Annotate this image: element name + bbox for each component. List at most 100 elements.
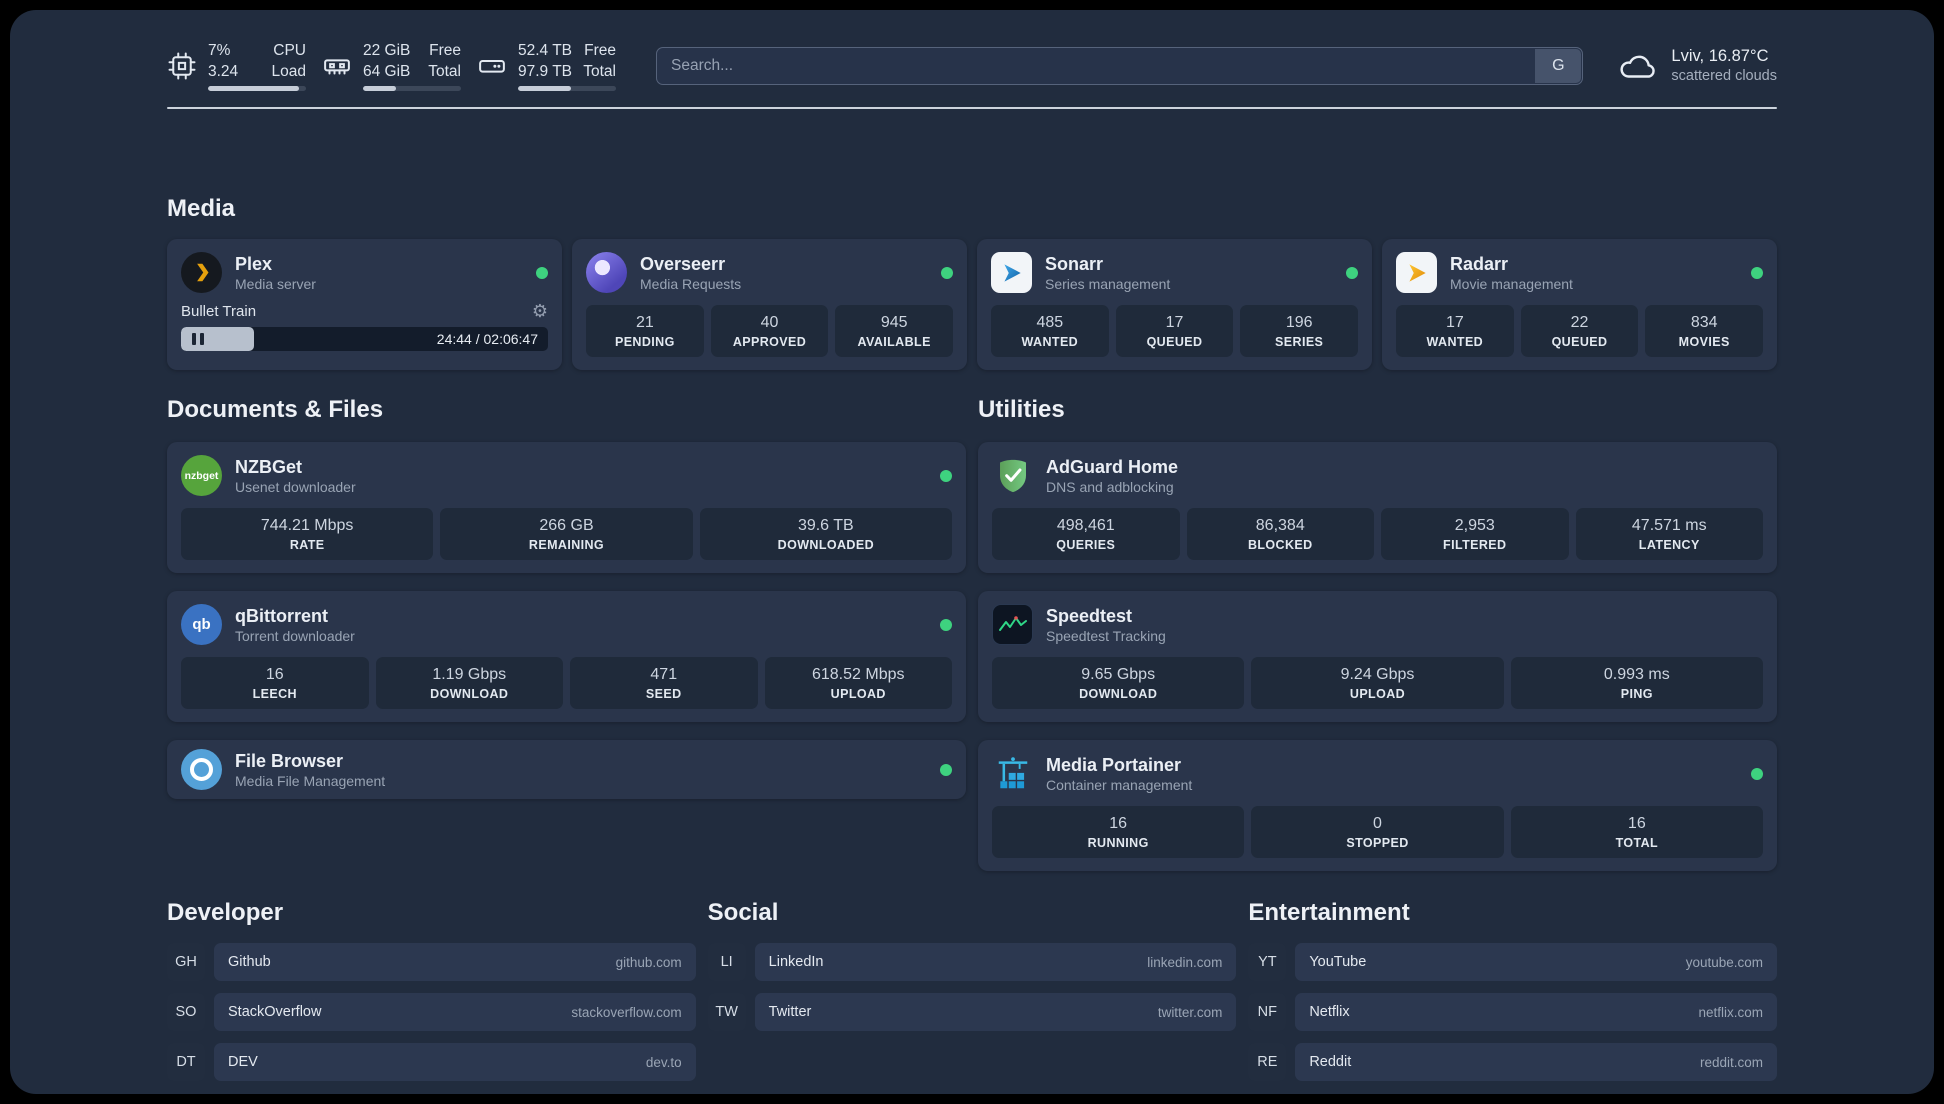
- weather-condition: scattered clouds: [1671, 68, 1777, 84]
- dashboard-panel: 7% CPU 3.24 Load 22 GiB Free 64 GiB Total: [10, 10, 1934, 1094]
- section-title-documents: Documents & Files: [167, 396, 384, 423]
- service-radarr[interactable]: Radarr Movie management: [1396, 252, 1573, 293]
- disk-total: 97.9 TB: [518, 63, 573, 80]
- service-title: File Browser: [235, 750, 344, 771]
- player-progress-bar[interactable]: 24:44 / 02:06:47: [181, 327, 548, 351]
- adguard-icon: [992, 455, 1033, 496]
- stat-queued: 22 QUEUED: [1520, 305, 1639, 357]
- service-overseerr[interactable]: Overseerr Media Requests: [586, 252, 741, 293]
- bookmark-name: DEV: [228, 1054, 258, 1070]
- status-dot: [1346, 266, 1358, 279]
- service-title: AdGuard Home: [1046, 456, 1179, 477]
- service-sonarr[interactable]: Sonarr Series management: [991, 252, 1170, 293]
- service-subtitle: Torrent downloader: [235, 627, 355, 644]
- search-provider-button[interactable]: G: [1535, 48, 1582, 83]
- bookmark-dev[interactable]: DT DEV dev.to: [167, 1043, 696, 1081]
- bookmark-linkedin[interactable]: LI LinkedIn linkedin.com: [707, 943, 1237, 981]
- bookmark-reddit[interactable]: RE Reddit reddit.com: [1248, 1043, 1777, 1081]
- player-time: 24:44 / 02:06:47: [436, 331, 538, 347]
- service-filebrowser[interactable]: File Browser Media File Management: [181, 749, 385, 790]
- service-subtitle: Container management: [1046, 776, 1193, 793]
- bookmark-name: YouTube: [1309, 954, 1367, 970]
- service-title: Radarr: [1450, 253, 1509, 274]
- service-adguard[interactable]: AdGuard Home DNS and adblocking: [992, 455, 1178, 496]
- service-nzbget[interactable]: nzbget NZBGet Usenet downloader: [181, 455, 356, 496]
- pause-button[interactable]: [192, 333, 204, 345]
- bookmark-url: youtube.com: [1685, 954, 1763, 970]
- service-subtitle: DNS and adblocking: [1046, 478, 1174, 495]
- service-subtitle: Media server: [235, 275, 316, 292]
- section-title-developer: Developer: [167, 899, 284, 926]
- bookmark-abbr: NF: [1248, 993, 1287, 1031]
- stat-blocked: 86,384 BLOCKED: [1186, 508, 1374, 560]
- stat-total: 16 TOTAL: [1510, 806, 1763, 858]
- service-speedtest[interactable]: Speedtest Speedtest Tracking: [992, 604, 1166, 645]
- ram-bar: [363, 86, 461, 91]
- bookmark-url: reddit.com: [1699, 1054, 1763, 1070]
- search-input[interactable]: [656, 46, 1584, 85]
- weather-widget[interactable]: Lviv, 16.87°C scattered clouds: [1617, 45, 1777, 86]
- status-dot: [941, 266, 953, 279]
- service-card-nzbget: nzbget NZBGet Usenet downloader 744.21 M…: [167, 442, 966, 573]
- bookmark-netflix[interactable]: NF Netflix netflix.com: [1248, 993, 1777, 1031]
- service-card-sonarr: Sonarr Series management 485 WANTED 17 QUE…: [977, 239, 1372, 370]
- weather-location: Lviv, 16.87°C: [1671, 47, 1769, 65]
- bookmark-name: StackOverflow: [228, 1004, 322, 1020]
- top-bar: 7% CPU 3.24 Load 22 GiB Free 64 GiB Total: [167, 10, 1777, 91]
- nzbget-icon: nzbget: [181, 455, 222, 496]
- service-qbittorrent[interactable]: qb qBittorrent Torrent downloader: [181, 604, 355, 645]
- section-title-media: Media: [167, 195, 236, 222]
- disk-free: 52.4 TB: [518, 42, 573, 59]
- service-subtitle: Usenet downloader: [235, 478, 356, 495]
- service-subtitle: Movie management: [1450, 275, 1573, 292]
- stat-wanted: 485 WANTED: [991, 305, 1109, 357]
- resource-disk: 52.4 TB Free 97.9 TB Total: [477, 40, 616, 91]
- bookmark-abbr: SO: [167, 993, 205, 1031]
- cpu-load-label: Load: [271, 63, 306, 80]
- gear-icon[interactable]: ⚙: [532, 302, 548, 320]
- service-card-adguard: AdGuard Home DNS and adblocking 498,461 Q…: [978, 442, 1777, 573]
- service-subtitle: Media Requests: [640, 275, 742, 292]
- service-title: Media Portainer: [1046, 754, 1182, 775]
- bookmark-github[interactable]: GH Github github.com: [167, 943, 696, 981]
- stat-latency: 47.571 ms LATENCY: [1575, 508, 1763, 560]
- stat-remaining: 266 GB REMAINING: [440, 508, 693, 560]
- bookmark-stackoverflow[interactable]: SO StackOverflow stackoverflow.com: [167, 993, 696, 1031]
- bookmark-abbr: YT: [1248, 943, 1287, 981]
- speedtest-icon: [992, 604, 1033, 645]
- service-plex[interactable]: Plex Media server: [181, 252, 316, 293]
- service-title: Overseerr: [640, 253, 726, 274]
- ram-total: 64 GiB: [363, 63, 411, 80]
- stat-upload: 618.52 Mbps UPLOAD: [764, 657, 952, 709]
- cpu-icon: [168, 52, 196, 79]
- filebrowser-icon: [181, 749, 222, 790]
- bookmark-name: Github: [228, 954, 271, 970]
- topbar-divider: [167, 107, 1777, 109]
- stat-ping: 0.993 ms PING: [1510, 657, 1763, 709]
- disk-total-label: Total: [583, 63, 616, 80]
- bookmark-name: LinkedIn: [768, 954, 824, 970]
- status-dot: [940, 618, 952, 631]
- search-bar: G: [656, 46, 1584, 85]
- ram-total-label: Total: [428, 63, 461, 80]
- stat-approved: 40 APPROVED: [710, 305, 829, 357]
- stat-queries: 498,461 QUERIES: [992, 508, 1180, 560]
- service-subtitle: Speedtest Tracking: [1046, 627, 1166, 644]
- bookmark-url: linkedin.com: [1147, 954, 1223, 970]
- cpu-percent: 7%: [208, 42, 231, 59]
- bookmark-group-entertainment: Entertainment YT YouTube youtube.com NF N…: [1248, 899, 1777, 1081]
- service-card-overseerr: Overseerr Media Requests 21 PENDING 40 APP…: [572, 239, 967, 370]
- service-portainer[interactable]: Media Portainer Container management: [992, 753, 1192, 794]
- stat-download: 9.65 Gbps DOWNLOAD: [992, 657, 1245, 709]
- bookmark-twitter[interactable]: TW Twitter twitter.com: [707, 993, 1237, 1031]
- resource-ram: 22 GiB Free 64 GiB Total: [322, 40, 461, 91]
- service-card-plex: Plex Media server Bullet Train ⚙ 24:44 /…: [167, 239, 562, 370]
- bookmark-youtube[interactable]: YT YouTube youtube.com: [1248, 943, 1777, 981]
- disk-bar: [518, 86, 616, 91]
- stat-wanted: 17 WANTED: [1396, 305, 1514, 357]
- bookmark-abbr: DT: [167, 1043, 205, 1081]
- resource-cpu: 7% CPU 3.24 Load: [167, 40, 306, 91]
- bookmark-name: Netflix: [1309, 1004, 1350, 1020]
- service-card-radarr: Radarr Movie management 17 WANTED 22 QUEUE…: [1382, 239, 1777, 370]
- status-dot: [1751, 266, 1763, 279]
